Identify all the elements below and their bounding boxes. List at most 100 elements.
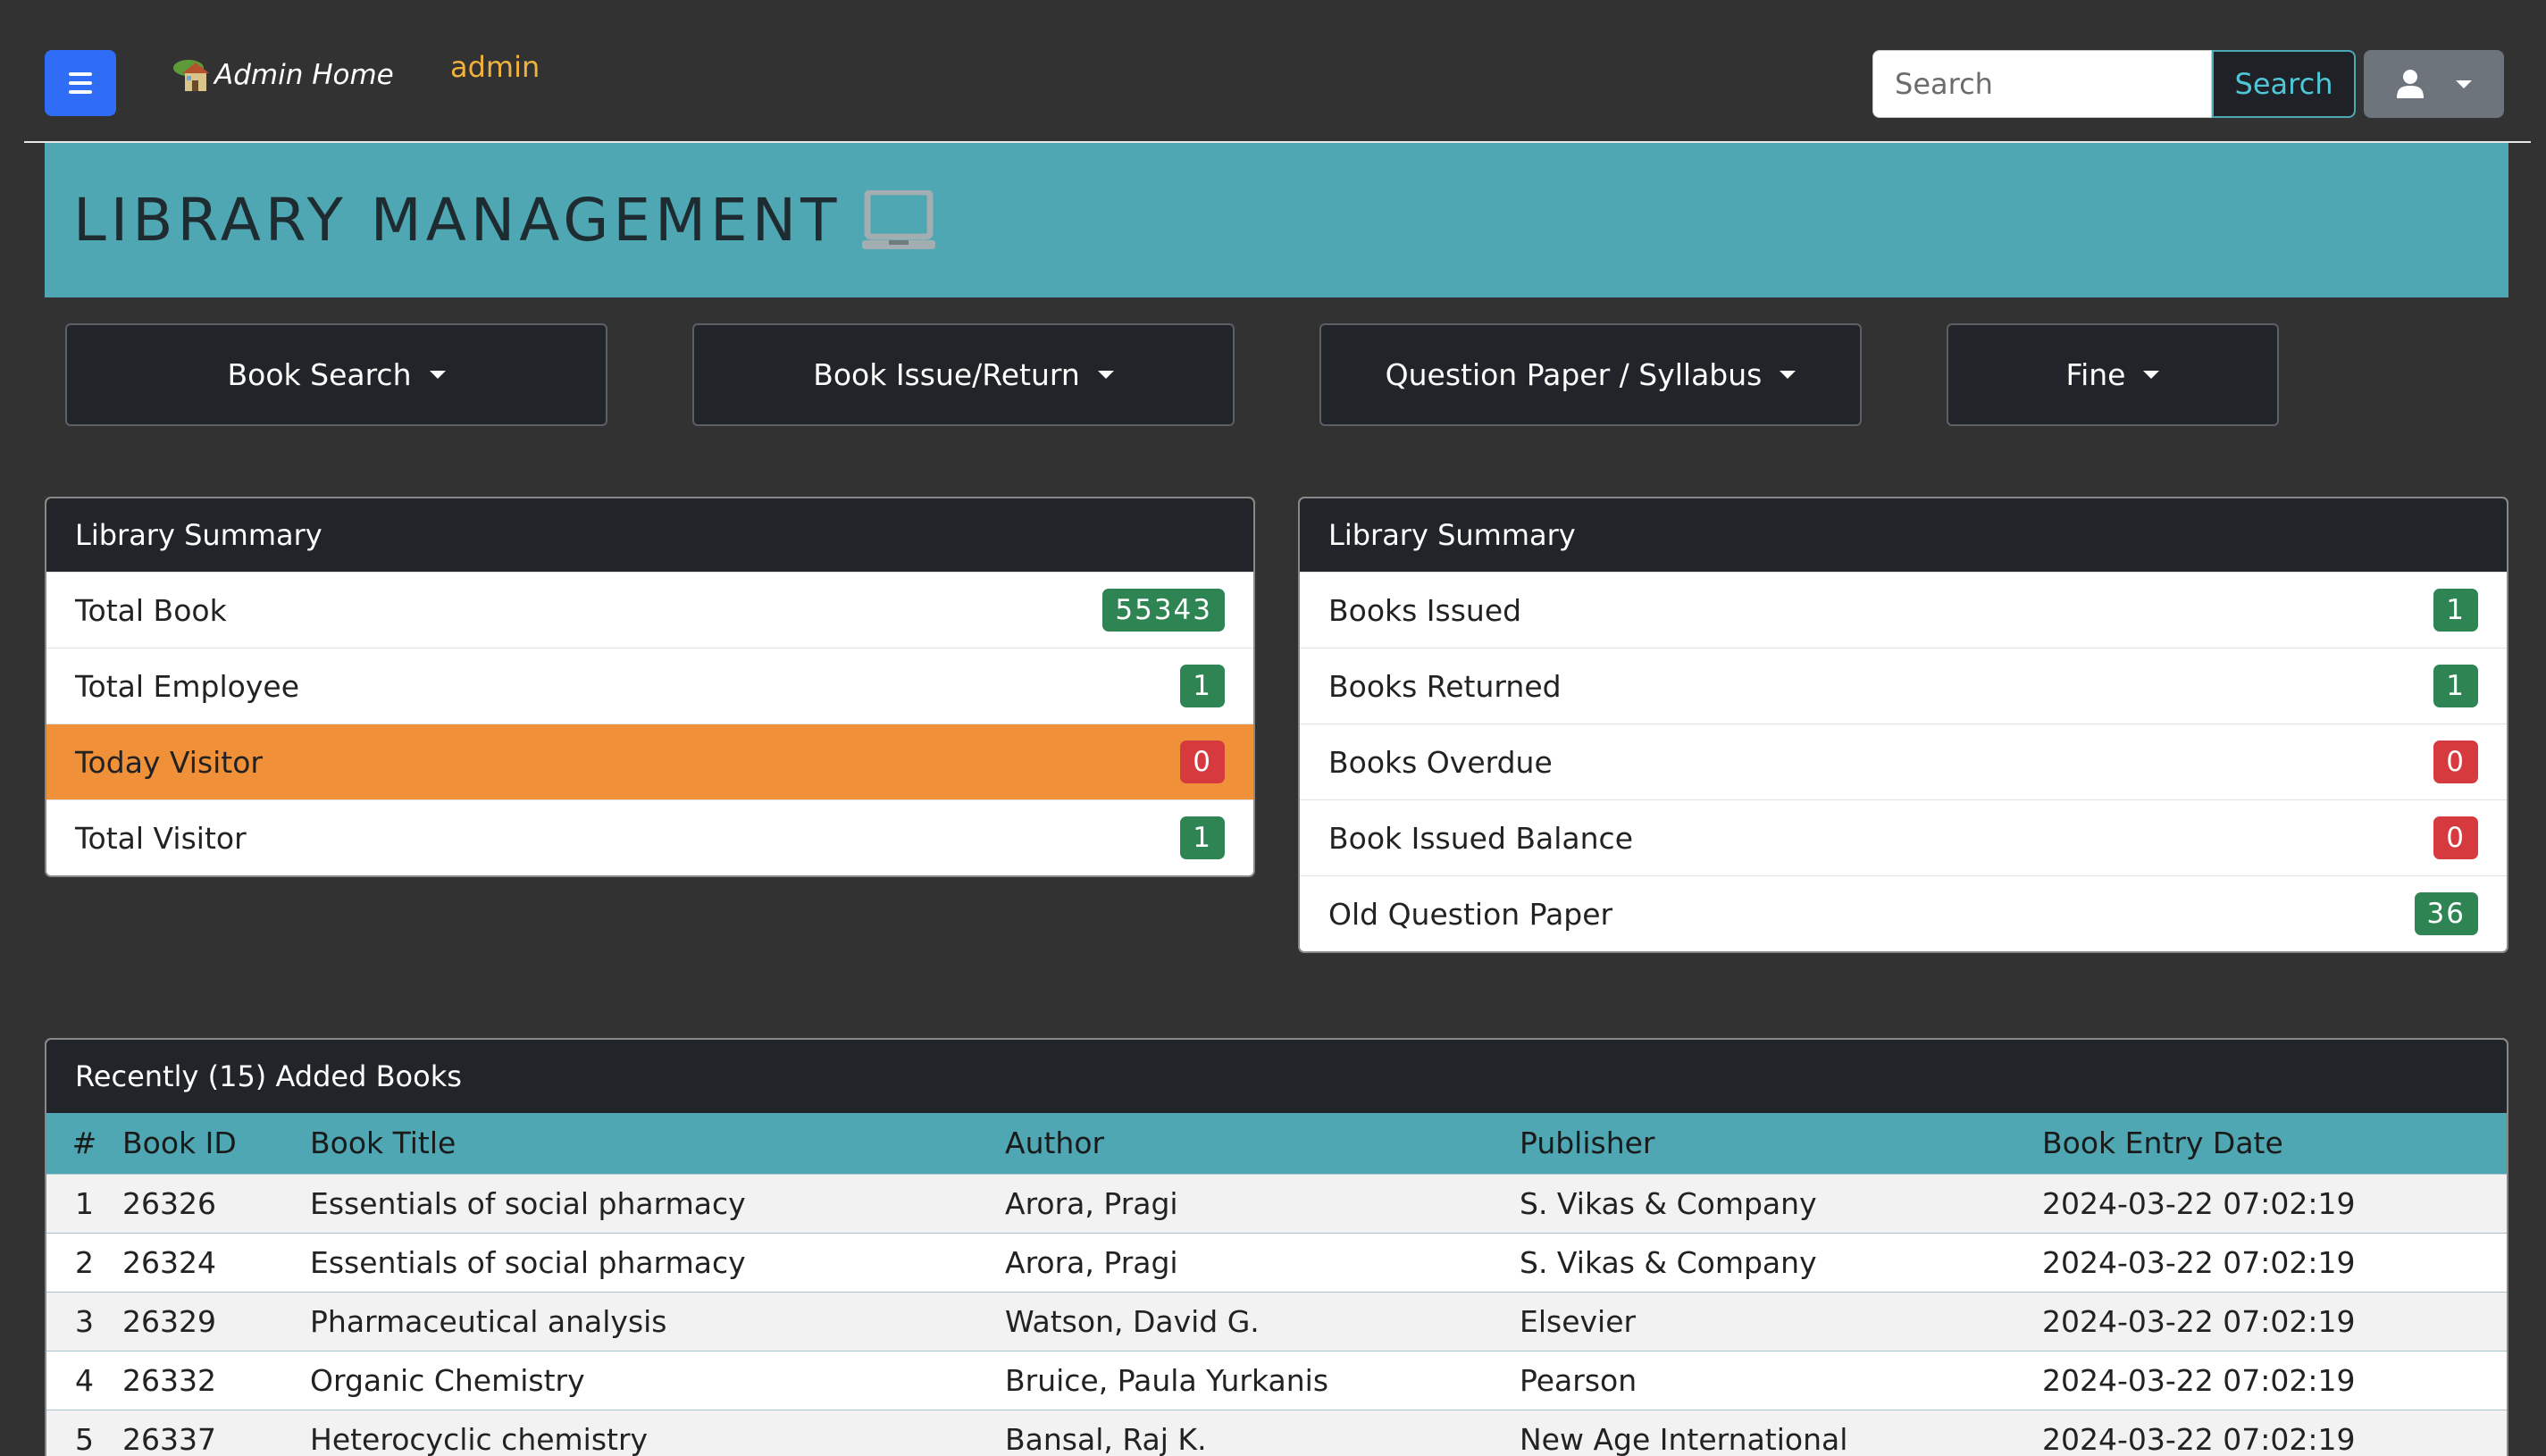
count-badge: 0 — [2433, 816, 2478, 859]
book-search-dropdown[interactable]: Book Search — [65, 323, 607, 426]
cell-publisher: S. Vikas & Company — [1520, 1244, 1817, 1280]
question-paper-syllabus-label: Question Paper / Syllabus — [1385, 357, 1763, 392]
cell-author: Bruice, Paula Yurkanis — [1005, 1362, 1329, 1398]
table-row: 2 26324 Essentials of social pharmacy Ar… — [46, 1233, 2507, 1292]
cell-book-title: Pharmaceutical analysis — [310, 1303, 667, 1339]
summary-row-total-visitor: Total Visitor 1 — [46, 799, 1253, 875]
cell-book-title: Essentials of social pharmacy — [310, 1185, 746, 1221]
fine-dropdown[interactable]: Fine — [1947, 323, 2279, 426]
library-summary-panel-right: Library Summary Books Issued 1 Books Ret… — [1298, 497, 2508, 953]
chevron-down-icon — [2143, 371, 2160, 379]
cell-entry-date: 2024-03-22 07:02:19 — [2042, 1185, 2356, 1221]
cell-book-id: 26326 — [122, 1185, 216, 1221]
cell-author: Arora, Pragi — [1005, 1185, 1178, 1221]
table-row: 3 26329 Pharmaceutical analysis Watson, … — [46, 1292, 2507, 1351]
search-input[interactable] — [1872, 50, 2212, 118]
count-badge: 1 — [1180, 816, 1225, 859]
book-issue-return-dropdown[interactable]: Book Issue/Return — [692, 323, 1235, 426]
summary-row-today-visitor: Today Visitor 0 — [46, 724, 1253, 799]
fine-label: Fine — [2065, 357, 2126, 392]
cell-index: 4 — [75, 1362, 94, 1398]
summary-label: Old Question Paper — [1328, 896, 1613, 932]
recent-books-title: Recently (15) Added Books — [46, 1040, 2507, 1113]
search-button[interactable]: Search — [2212, 50, 2356, 118]
cell-book-title: Organic Chemistry — [310, 1362, 585, 1398]
table-row: 5 26337 Heterocyclic chemistry Bansal, R… — [46, 1410, 2507, 1456]
user-menu-button[interactable] — [2364, 50, 2504, 118]
summary-row-book-issued-balance: Book Issued Balance 0 — [1300, 799, 2507, 875]
column-header: Book ID — [122, 1125, 237, 1161]
column-header: # — [71, 1125, 97, 1161]
cell-publisher: Pearson — [1520, 1362, 1637, 1398]
sidebar-toggle-button[interactable] — [45, 50, 116, 116]
column-header: Publisher — [1520, 1125, 1655, 1161]
cell-publisher: New Age International — [1520, 1421, 1848, 1456]
library-summary-panel-left: Library Summary Total Book 55343 Total E… — [45, 497, 1255, 877]
cell-book-id: 26329 — [122, 1303, 216, 1339]
recent-books-panel: Recently (15) Added Books # Book ID Book… — [45, 1038, 2508, 1456]
user-icon — [2396, 70, 2424, 98]
cell-author: Bansal, Raj K. — [1005, 1421, 1207, 1456]
logged-in-username: admin — [450, 50, 540, 84]
summary-label: Total Employee — [75, 668, 299, 704]
count-badge: 1 — [2433, 665, 2478, 707]
cell-entry-date: 2024-03-22 07:02:19 — [2042, 1244, 2356, 1280]
cell-index: 5 — [75, 1421, 94, 1456]
page-title: LIBRARY MANAGEMENT — [73, 186, 842, 255]
hamburger-line — [69, 72, 92, 76]
count-badge: 55343 — [1102, 589, 1225, 632]
cell-index: 3 — [75, 1303, 94, 1339]
admin-home-link[interactable]: Admin Home — [172, 50, 394, 100]
summary-label: Books Overdue — [1328, 744, 1553, 780]
table-header-row: # Book ID Book Title Author Publisher Bo… — [46, 1113, 2507, 1174]
cell-book-title: Heterocyclic chemistry — [310, 1421, 649, 1456]
summary-label: Books Returned — [1328, 668, 1562, 704]
admin-home-label: Admin Home — [214, 59, 394, 91]
panel-title: Library Summary — [46, 498, 1253, 572]
column-header: Book Entry Date — [2042, 1125, 2283, 1161]
book-issue-return-label: Book Issue/Return — [813, 357, 1080, 392]
count-badge: 0 — [2433, 741, 2478, 783]
hamburger-line — [69, 90, 92, 94]
cell-book-id: 26332 — [122, 1362, 216, 1398]
column-header: Book Title — [310, 1125, 456, 1161]
summary-row-total-book: Total Book 55343 — [46, 572, 1253, 648]
summary-label: Book Issued Balance — [1328, 820, 1634, 856]
summary-row-old-question-paper: Old Question Paper 36 — [1300, 875, 2507, 951]
count-badge: 1 — [2433, 589, 2478, 632]
chevron-down-icon — [2455, 79, 2472, 88]
home-icon — [173, 60, 209, 91]
chevron-down-icon — [429, 371, 446, 379]
cell-publisher: S. Vikas & Company — [1520, 1185, 1817, 1221]
chevron-down-icon — [1780, 371, 1796, 379]
summary-row-books-overdue: Books Overdue 0 — [1300, 724, 2507, 799]
cell-author: Watson, David G. — [1005, 1303, 1260, 1339]
summary-label: Books Issued — [1328, 592, 1522, 628]
summary-row-books-returned: Books Returned 1 — [1300, 648, 2507, 724]
panel-title: Library Summary — [1300, 498, 2507, 572]
summary-label: Total Book — [75, 592, 227, 628]
count-badge: 1 — [1180, 665, 1225, 707]
table-row: 1 26326 Essentials of social pharmacy Ar… — [46, 1174, 2507, 1233]
summary-row-total-employee: Total Employee 1 — [46, 648, 1253, 724]
column-header: Author — [1005, 1125, 1105, 1161]
summary-label: Total Visitor — [75, 820, 247, 856]
laptop-icon — [862, 189, 936, 249]
question-paper-syllabus-dropdown[interactable]: Question Paper / Syllabus — [1319, 323, 1862, 426]
hamburger-line — [69, 81, 92, 85]
cell-publisher: Elsevier — [1520, 1303, 1637, 1339]
top-navbar: Admin Home admin Search — [24, 0, 2531, 143]
cell-entry-date: 2024-03-22 07:02:19 — [2042, 1421, 2356, 1456]
count-badge: 0 — [1180, 741, 1225, 783]
cell-entry-date: 2024-03-22 07:02:19 — [2042, 1362, 2356, 1398]
cell-entry-date: 2024-03-22 07:02:19 — [2042, 1303, 2356, 1339]
summary-label: Today Visitor — [75, 744, 264, 780]
cell-book-id: 26337 — [122, 1421, 216, 1456]
table-row: 4 26332 Organic Chemistry Bruice, Paula … — [46, 1351, 2507, 1410]
count-badge: 36 — [2414, 892, 2478, 935]
recent-books-table: # Book ID Book Title Author Publisher Bo… — [46, 1113, 2507, 1456]
chevron-down-icon — [1097, 371, 1114, 379]
summary-row-books-issued: Books Issued 1 — [1300, 572, 2507, 648]
cell-book-id: 26324 — [122, 1244, 216, 1280]
book-search-label: Book Search — [227, 357, 412, 392]
